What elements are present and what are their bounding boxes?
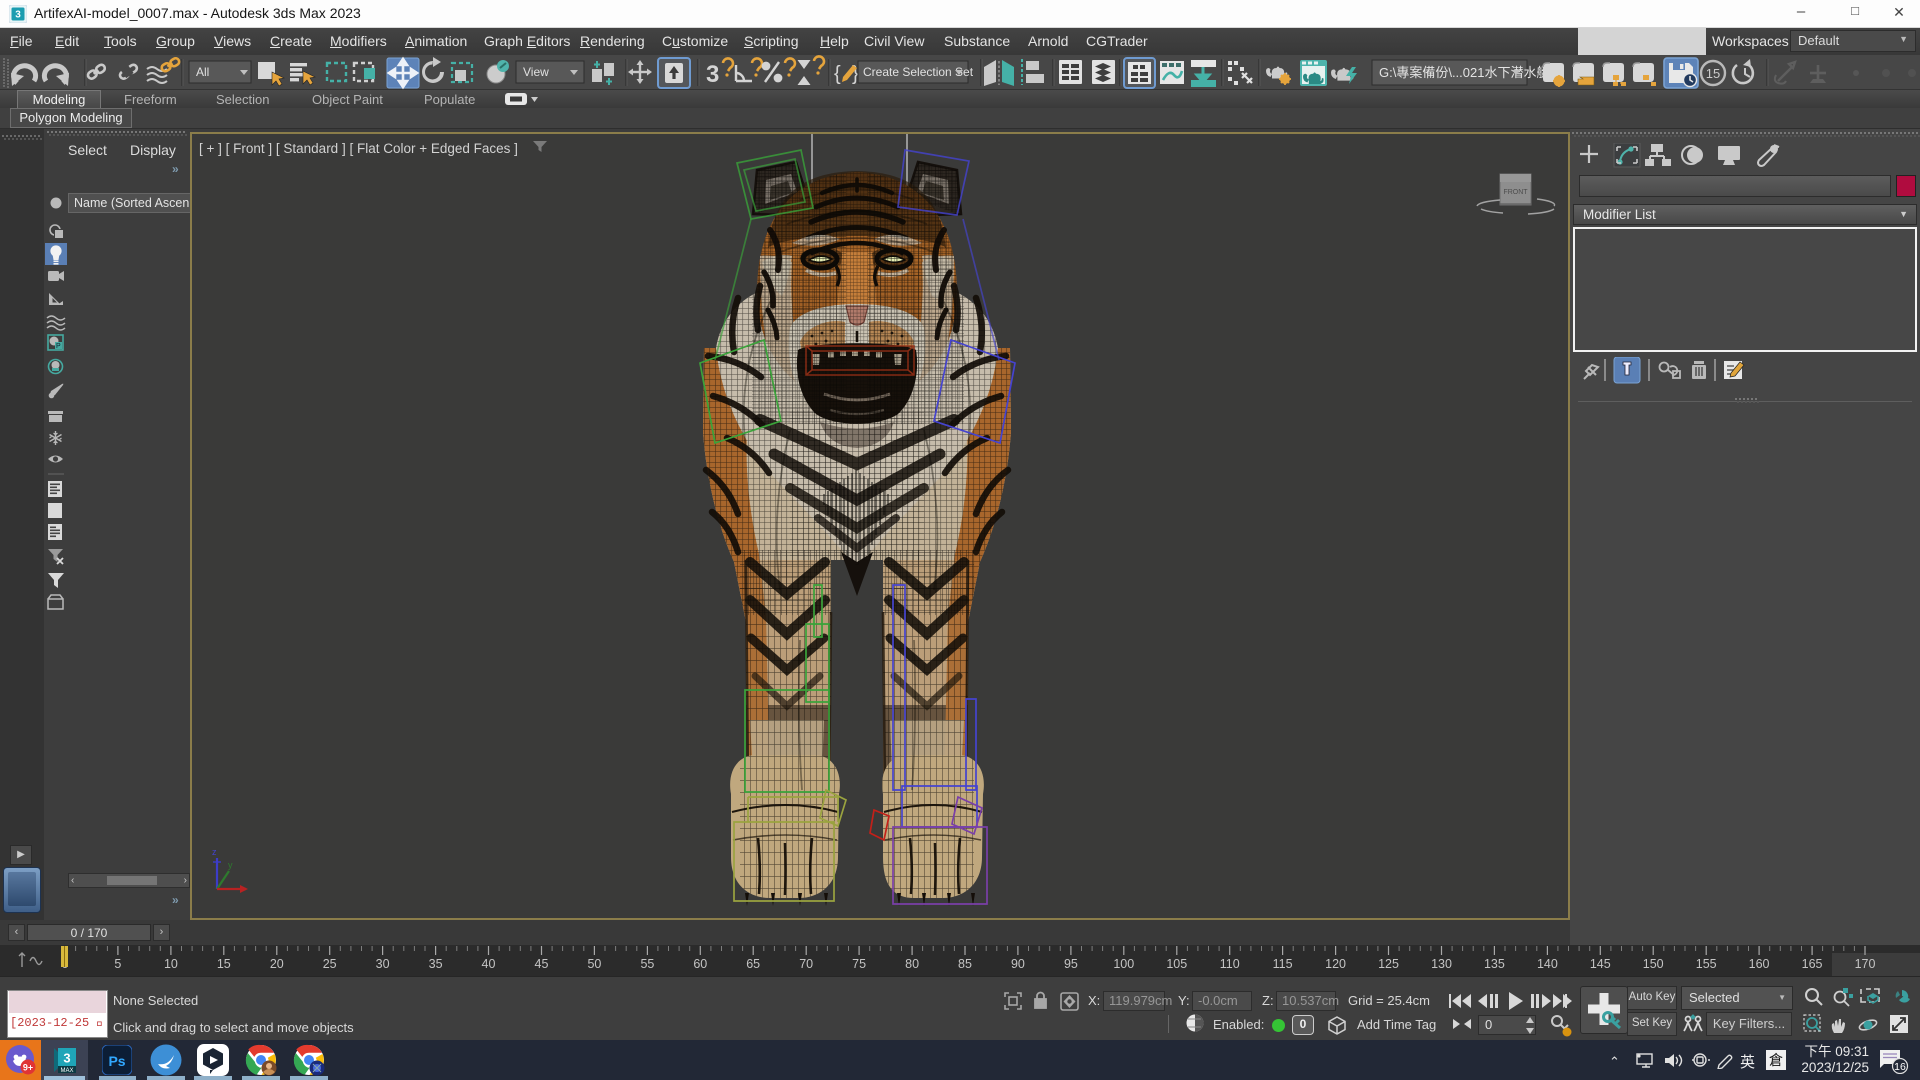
svg-text:25: 25: [323, 957, 337, 971]
svg-text:View: View: [523, 65, 549, 79]
svg-text:G:\專案備份\...021水下潜水艇: G:\專案備份\...021水下潜水艇: [1379, 65, 1549, 80]
svg-text:90: 90: [1011, 957, 1025, 971]
svg-text:35: 35: [429, 957, 443, 971]
svg-text:135: 135: [1484, 957, 1505, 971]
svg-text:170: 170: [1855, 957, 1876, 971]
svg-text:110: 110: [1220, 957, 1240, 971]
svg-text:70: 70: [799, 957, 813, 971]
svg-text:95: 95: [1064, 957, 1078, 971]
svg-text:16: 16: [1894, 1061, 1906, 1073]
svg-text:80: 80: [905, 957, 919, 971]
svg-text:65: 65: [746, 957, 760, 971]
svg-text:3: 3: [15, 10, 21, 21]
svg-text:{: {: [834, 63, 841, 85]
svg-text:3: 3: [63, 1051, 70, 1066]
svg-text:P: P: [56, 343, 61, 350]
svg-text:115: 115: [1273, 957, 1293, 971]
svg-text:145: 145: [1590, 957, 1611, 971]
svg-text:MAX: MAX: [60, 1068, 73, 1074]
svg-text:55: 55: [640, 957, 654, 971]
svg-text:75: 75: [852, 957, 866, 971]
svg-text:130: 130: [1431, 957, 1452, 971]
svg-text:150: 150: [1643, 957, 1664, 971]
svg-text:40: 40: [482, 957, 496, 971]
svg-text:9+: 9+: [23, 1063, 33, 1073]
svg-text:5: 5: [114, 957, 121, 971]
svg-text:z: z: [212, 847, 217, 857]
svg-text:125: 125: [1378, 957, 1399, 971]
svg-text:140: 140: [1537, 957, 1558, 971]
svg-text:All: All: [196, 65, 209, 79]
svg-text:15: 15: [1706, 66, 1720, 81]
svg-text:120: 120: [1325, 957, 1346, 971]
svg-text:FRONT: FRONT: [1503, 189, 1528, 196]
svg-text:50: 50: [587, 957, 601, 971]
svg-text:100: 100: [1113, 957, 1134, 971]
svg-text:85: 85: [958, 957, 972, 971]
svg-text:10: 10: [164, 957, 178, 971]
svg-text:Ps: Ps: [108, 1053, 125, 1069]
svg-text:160: 160: [1749, 957, 1770, 971]
svg-text:60: 60: [693, 957, 707, 971]
svg-text:155: 155: [1696, 957, 1717, 971]
svg-text:3: 3: [706, 61, 719, 88]
svg-text:105: 105: [1166, 957, 1187, 971]
svg-text:165: 165: [1802, 957, 1823, 971]
svg-text:20: 20: [270, 957, 284, 971]
svg-text:15: 15: [217, 957, 231, 971]
svg-text:45: 45: [535, 957, 549, 971]
svg-text:y: y: [228, 860, 233, 870]
svg-text:30: 30: [376, 957, 390, 971]
